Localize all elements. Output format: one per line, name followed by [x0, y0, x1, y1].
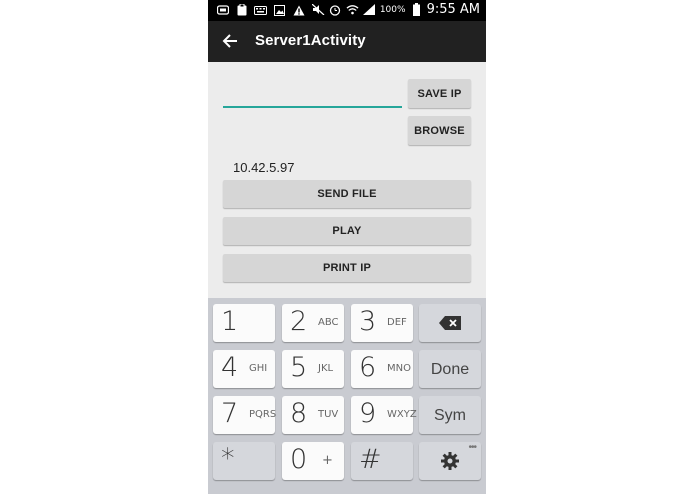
key-letters: ABC: [318, 317, 339, 328]
battery-icon: [410, 3, 423, 16]
print-ip-button[interactable]: PRINT IP: [223, 254, 471, 282]
key-6[interactable]: 6 MNO: [351, 350, 413, 388]
key-9[interactable]: 9 WXYZ: [351, 396, 417, 434]
done-key[interactable]: Done: [419, 350, 481, 388]
key-7[interactable]: 7 PQRS: [213, 396, 277, 434]
key-4[interactable]: 4 GHI: [213, 350, 275, 388]
keyboard-icon: [254, 4, 267, 16]
key-3[interactable]: 3 DEF: [351, 304, 413, 342]
clock: 9:55 AM: [426, 2, 480, 17]
key-letters: WXYZ: [387, 409, 417, 420]
key-8[interactable]: 8 TUV: [282, 396, 344, 434]
backspace-key[interactable]: [419, 304, 481, 342]
key-digit: 1: [221, 306, 239, 337]
key-digit: 4: [221, 352, 239, 383]
key-digit: 5: [290, 352, 308, 383]
sym-label: Sym: [434, 407, 466, 424]
key-digit: 0: [290, 444, 308, 475]
status-right: 100% 9:55 AM: [311, 2, 480, 17]
notification-icons: [216, 4, 305, 16]
alarm-icon: [329, 4, 342, 16]
key-digit: 2: [290, 306, 308, 337]
battery-percent: 100%: [379, 4, 406, 15]
key-digit: 7: [221, 398, 239, 429]
key-letters: MNO: [387, 363, 411, 374]
key-2[interactable]: 2 ABC: [282, 304, 344, 342]
backspace-icon: [419, 304, 481, 342]
numeric-keyboard: 1 2 ABC 3 DEF 4 GHI 5 JKL 6 MNO Done 7 P…: [208, 298, 486, 494]
status-bar: 100% 9:55 AM: [208, 0, 486, 21]
key-letters: +: [322, 453, 333, 468]
ip-input[interactable]: [223, 80, 402, 108]
key-star[interactable]: *: [213, 442, 275, 480]
done-label: Done: [430, 361, 470, 378]
ip-address-text: 10.42.5.97: [233, 160, 295, 175]
sym-key[interactable]: Sym: [419, 396, 481, 434]
alert-icon: [292, 4, 305, 16]
clipboard-icon: [235, 4, 248, 16]
arrow-back-icon[interactable]: [220, 30, 242, 52]
action-bar: Server1Activity: [208, 21, 486, 62]
phone-screen: 100% 9:55 AM Server1Activity SAVE IP BRO…: [208, 0, 486, 494]
key-letters: GHI: [249, 363, 268, 374]
key-letters: JKL: [318, 363, 334, 374]
key-digit: 6: [359, 352, 377, 383]
save-ip-button[interactable]: SAVE IP: [408, 79, 471, 108]
key-1[interactable]: 1: [213, 304, 275, 342]
settings-key[interactable]: •••: [419, 442, 481, 480]
main-content: SAVE IP BROWSE 10.42.5.97 SEND FILE PLAY…: [208, 62, 486, 298]
send-file-button[interactable]: SEND FILE: [223, 180, 471, 208]
more-dots-icon: •••: [468, 442, 476, 453]
key-0[interactable]: 0 +: [282, 442, 344, 480]
browse-button[interactable]: BROWSE: [408, 116, 471, 145]
key-digit: *: [221, 443, 235, 474]
key-letters: PQRS: [249, 409, 277, 420]
mute-icon: [311, 4, 325, 16]
page-title: Server1Activity: [255, 32, 366, 49]
key-digit: 8: [290, 398, 308, 429]
key-digit: 9: [359, 398, 377, 429]
image-icon: [273, 4, 286, 16]
signal-icon: [363, 4, 376, 16]
key-hash[interactable]: #: [351, 442, 413, 480]
play-button[interactable]: PLAY: [223, 217, 471, 245]
key-digit: 3: [359, 306, 377, 337]
wifi-icon: [346, 4, 359, 16]
key-digit: #: [359, 444, 382, 475]
key-letters: TUV: [318, 409, 339, 420]
key-letters: DEF: [387, 317, 407, 328]
app-icon: [216, 4, 229, 16]
key-5[interactable]: 5 JKL: [282, 350, 344, 388]
